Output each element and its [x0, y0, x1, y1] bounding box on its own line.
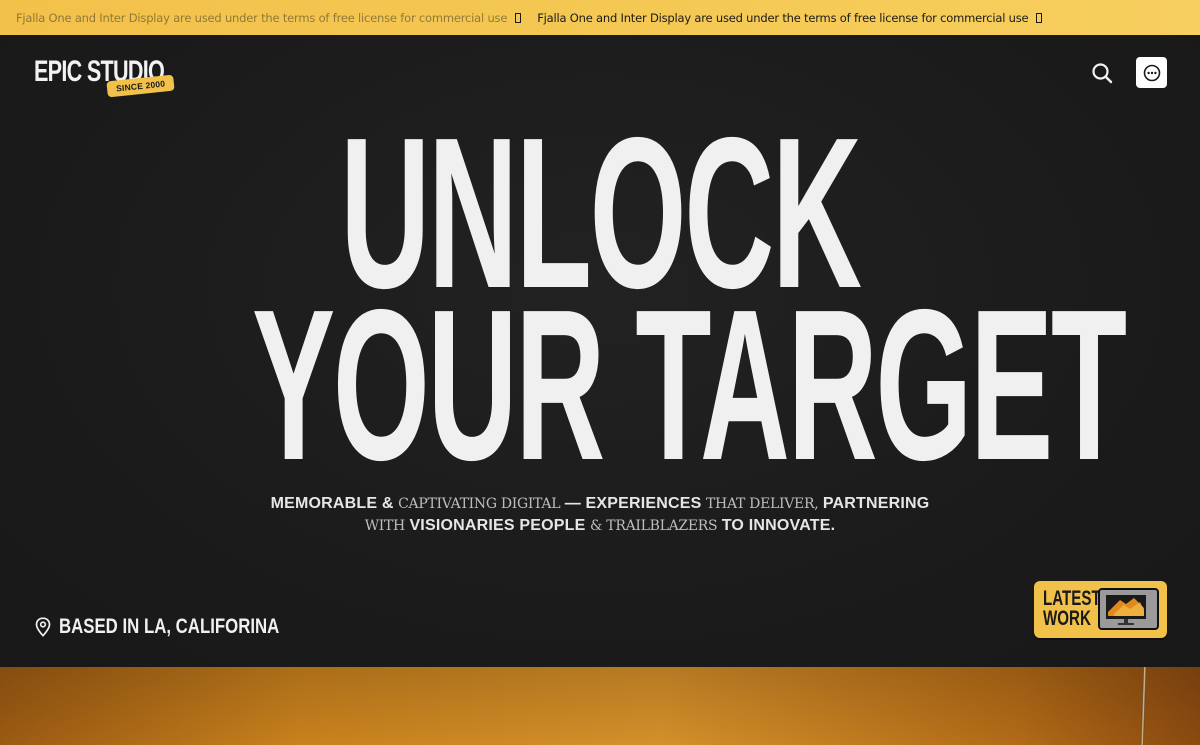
next-section-preview [0, 666, 1200, 745]
logo[interactable]: EPIC STUDIO SINCE 2000 [34, 55, 175, 105]
tagline-serif: WITH [364, 518, 406, 534]
hero-tagline: MEMORABLE & CAPTIVATING DIGITAL — EXPERI… [0, 493, 1200, 537]
ticker-text: Fjalla One and Inter Display are used un… [537, 10, 1029, 25]
headline-line-2: YOUR TARGET [252, 264, 1127, 505]
ticker-text: Fjalla One and Inter Display are used un… [16, 10, 508, 25]
map-pin-icon [35, 617, 51, 637]
tagline-bold: VISIONARIES PEOPLE [409, 517, 586, 534]
tagline-bold: MEMORABLE & [270, 495, 394, 512]
ticker-item: Fjalla One and Inter Display are used un… [16, 10, 522, 25]
search-icon [1092, 63, 1113, 84]
ticker-item: Fjalla One and Inter Display are used un… [537, 10, 1043, 25]
latest-work-thumbnail [1098, 588, 1159, 630]
tagline-bold: — EXPERIENCES [564, 495, 702, 512]
location-text: BASED IN LA, CALIFORINA [59, 615, 280, 638]
license-ticker: Fjalla One and Inter Display are used un… [0, 0, 1200, 35]
separator-icon [515, 12, 522, 23]
hero-section: EPIC STUDIO SINCE 2000 UNLOCK YOUR TARGE… [0, 35, 1200, 667]
tagline-serif: & TRAILBLAZERS [589, 518, 718, 534]
tagline-serif: CAPTIVATING DIGITAL [398, 496, 561, 512]
latest-work-line-2: WORK [1043, 607, 1091, 630]
tagline-bold: TO INNOVATE. [721, 517, 836, 534]
search-button[interactable] [1090, 61, 1114, 85]
monitor-thumbnail-image [1100, 590, 1157, 628]
hero-headline: UNLOCK YOUR TARGET [0, 105, 1200, 505]
location-label: BASED IN LA, CALIFORINA [35, 615, 334, 639]
tagline-bold: PARTNERING [822, 495, 930, 512]
tagline-serif: THAT DELIVER, [706, 496, 819, 512]
separator-icon [1036, 12, 1043, 23]
latest-work-button[interactable]: LATEST WORK [1034, 581, 1167, 638]
preview-shade [0, 667, 1200, 745]
latest-work-label: LATEST WORK [1043, 588, 1101, 630]
menu-button[interactable] [1136, 57, 1167, 88]
more-dots-icon [1143, 64, 1160, 81]
